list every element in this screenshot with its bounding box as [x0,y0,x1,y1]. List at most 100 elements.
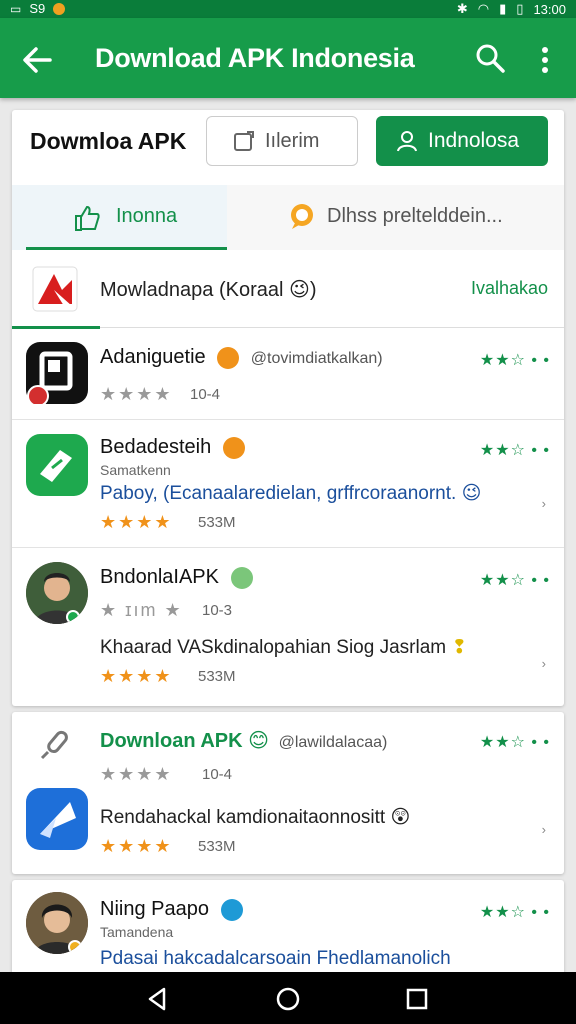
item-desc: Khaarad VASkdinalopahian Siog Jasrlam ❢ [100,636,467,659]
navigation-bar [0,972,576,1024]
list-item[interactable]: Adaniguetie @tovimdiatkalkan) ★★★★ 10-4 … [12,328,564,420]
item-card: Niing Paapo Tamandena Pdasai hakcadalcar… [12,880,564,980]
item-handle: @tovimdiatkalkan) [250,350,383,367]
item-rating: ★★☆ • • [479,904,550,921]
green-button[interactable]: Indnolosa [376,116,548,166]
item-rating: ★★☆ • • [479,572,550,589]
list-item[interactable]: Bedadesteih Samatkenn Paboy, (Ecanaalare… [12,420,564,548]
item-name: Adaniguetie @tovimdiatkalkan) [100,346,383,369]
nav-home-icon[interactable] [275,986,301,1012]
tab-1[interactable]: Inonna [12,185,227,250]
item-name: BndonlaIAPK [100,566,253,589]
item-meta-2: 533M [198,838,236,855]
item-rating: ★★☆ • • [479,734,550,751]
bluetooth-icon: ✱ [456,1,468,16]
item-name-text: Bedadesteih [100,436,212,458]
outline-button[interactable]: Iılerim [206,116,358,166]
link-icon [40,730,68,760]
item-desc-text: Paboy, (Ecanaalaredielan, grffrcoraanorn… [100,483,457,504]
item-name-text: Adaniguetie [100,346,206,368]
item-meta-2: 533M [198,668,236,685]
online-badge-icon [66,610,80,624]
app-icon [26,434,88,496]
item-name: Downloan APK 😊 @lawildalacaa) [100,728,387,753]
nav-back-icon[interactable] [144,986,170,1012]
chat-bubble-icon [291,204,313,229]
emoji-icon: 😲 [390,807,411,828]
list-item[interactable]: Downloan APK 😊 @lawildalacaa) ★★★★ 10-4 … [12,712,564,874]
item-stars: ★ ɪım ★ [100,600,183,621]
notification-icon: ▭ [10,1,22,16]
item-card: Downloan APK 😊 @lawildalacaa) ★★★★ 10-4 … [12,712,564,874]
chevron-icon[interactable]: › [542,656,546,671]
verified-badge-icon [220,898,243,921]
tab-2[interactable]: Dlhss preltelddein... [227,185,564,250]
item-desc-text: Khaarad VASkdinalopahian Siog Jasrlam [100,637,447,658]
green-button-label: Indnolosa [428,129,520,152]
orange-badge-icon [222,436,245,459]
status-left-text: S9 [29,1,46,16]
list-item[interactable]: Niing Paapo Tamandena Pdasai hakcadalcar… [12,880,564,980]
app-logo-icon [32,266,78,312]
header-title: Dowmloa APK [30,128,187,154]
app-title: Download APK Indonesia [95,43,415,73]
avatar [26,562,88,624]
app-icon [26,788,88,850]
item-stars: ★★★★ [100,512,173,533]
more-vert-icon[interactable] [535,42,555,78]
item-name-text: Downloan APK [100,730,243,752]
list-item[interactable]: BndonlaIAPK ★ ɪım ★ 10-3 Khaarad VASkdin… [12,548,564,706]
edit-square-icon [234,131,254,151]
chevron-icon[interactable]: › [542,822,546,837]
item-name-text: Niing Paapo [100,898,209,920]
avatar [26,892,88,954]
item-desc: Rendahackal kamdionaitaonnositt 😲 [100,806,410,829]
item-stars-2-text: ★★★★ [100,666,173,686]
search-icon[interactable] [472,40,508,76]
featured-name: Mowladnapa (Koraal 😉) [100,279,317,301]
item-rating: ★★☆ • • [479,442,550,459]
item-stars-2-text: ★★★★ [100,836,173,856]
item-stars-text: ★★★★ [100,384,173,404]
item-stars: ★★★★ [100,384,173,405]
signal-icon: ▮ [499,1,507,16]
item-sub: Samatkenn [100,462,171,478]
app-icon [26,342,88,407]
item-desc-text: Rendahackal kamdionaitaonnositt [100,807,386,828]
nav-recents-icon[interactable] [404,986,430,1012]
item-name-text: BndonlaIAPK [100,566,219,588]
item-stars-text: ★ ɪım ★ [100,600,183,620]
wifi-icon: ◠ [477,1,490,16]
spark-icon: ❢ [451,637,468,658]
item-name: Bedadesteih [100,436,245,459]
app-bar: Download APK Indonesia [0,18,576,98]
item-meta: 10-4 [190,386,221,403]
user-icon [397,131,417,152]
back-arrow-icon[interactable] [18,40,58,80]
featured-row[interactable]: Mowladnapa (Koraal 😉) Ivalhakao [12,250,564,329]
item-stars-text: ★★★★ [100,764,173,784]
item-name: Niing Paapo [100,898,243,921]
item-desc: Pdasai hakcadalcarsoain Fhedlamanolich [100,948,451,969]
main-card: Dowmloa APK Iılerim Indnolosa Inonna Dlh… [12,110,564,706]
featured-action[interactable]: Ivalhakao [471,278,548,299]
app-notification-icon [53,2,66,15]
status-badge-icon [68,940,82,954]
tab-2-label: Dlhss preltelddein... [327,205,503,227]
chevron-icon[interactable]: › [542,496,546,511]
status-bar: ▭ S9 ✱ ◠ ▮ ▯ 13:00 [0,0,576,18]
item-stars-2: ★★★★ [100,666,173,687]
item-sub: Tamandena [100,924,174,940]
battery-icon: ▯ [516,1,524,16]
thumb-icon [75,205,100,231]
item-desc: Paboy, (Ecanaalaredielan, grffrcoraanorn… [100,482,481,505]
item-handle: @lawildalacaa) [278,734,388,751]
item-meta: 10-4 [202,766,233,783]
item-meta: 10-3 [202,602,233,619]
orange-badge-icon [217,346,240,369]
outline-button-label: Iılerim [265,129,320,152]
emoji-icon: 😉 [461,483,482,504]
item-stars-text: ★★★★ [100,512,173,532]
item-stars: ★★★★ [100,764,173,785]
emoji-icon: 😊 [248,730,270,752]
